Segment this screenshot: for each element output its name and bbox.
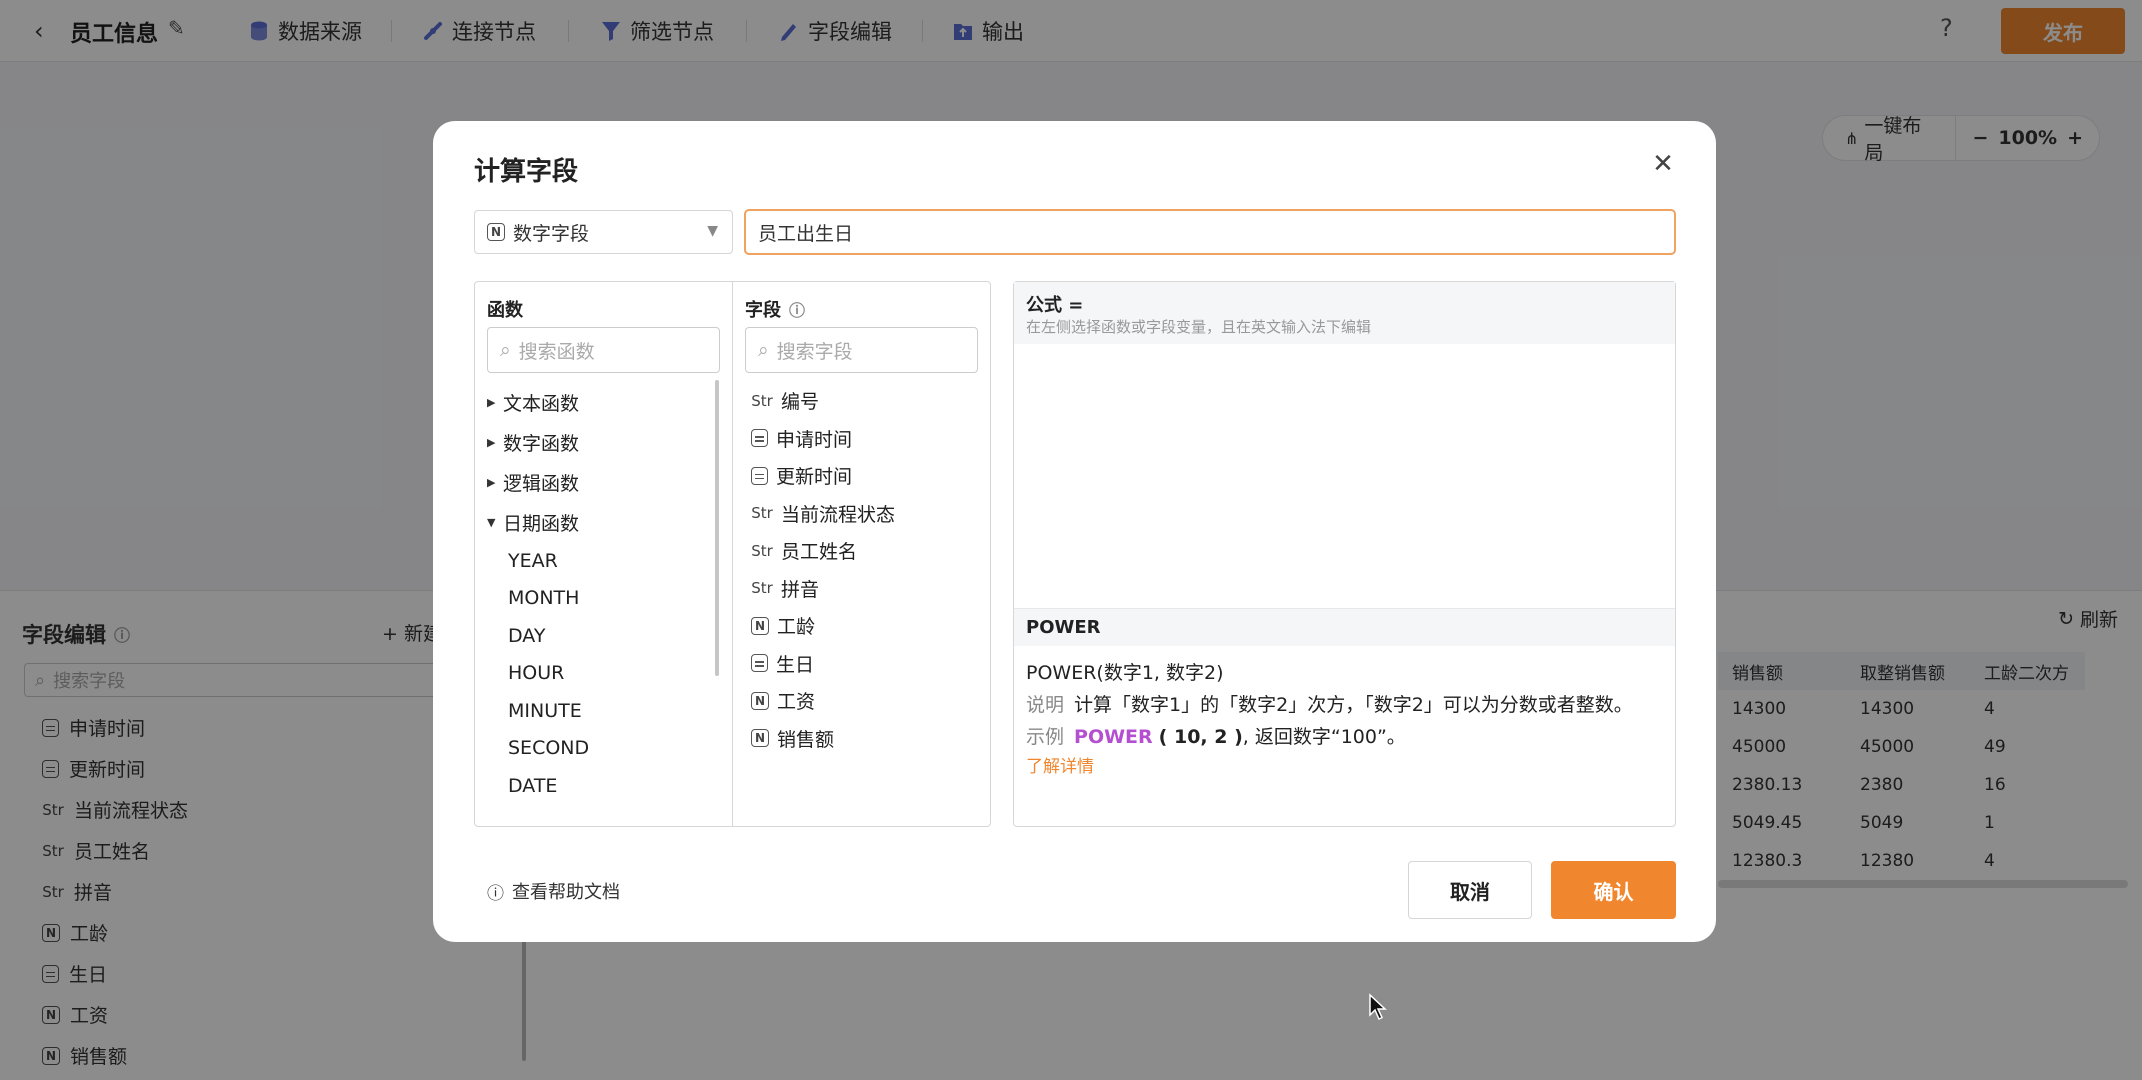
caret-right-icon: ▶ [487, 475, 496, 489]
field-item-label: 当前流程状态 [781, 503, 896, 526]
function-item[interactable]: DATE [487, 767, 712, 805]
string-type-icon: Str [751, 579, 773, 598]
number-type-icon: N [487, 223, 505, 241]
field-item-label: 编号 [781, 391, 820, 414]
help-doc-link[interactable]: ⓘ 查看帮助文档 [487, 878, 620, 904]
date-type-icon [751, 429, 768, 448]
field-list: Str 编号 申请时间 更新时间 Str 当前流程状态 Str 员工姓名 Str 拼音 N 工龄 生日 N… [751, 382, 895, 757]
function-group-label: 日期函数 [503, 512, 580, 535]
chevron-down-icon: ▼ [707, 223, 718, 239]
function-item[interactable]: DAY [487, 617, 712, 655]
string-type-icon: Str [751, 391, 773, 410]
functions-title: 函数 [487, 300, 523, 321]
field-item[interactable]: Str 员工姓名 [751, 532, 895, 570]
formula-header: 公式 = 在左侧选择函数或字段变量，且在英文输入法下编辑 [1014, 282, 1675, 344]
function-item[interactable]: HOUR [487, 655, 712, 693]
function-group[interactable]: ▼ 日期函数 [487, 502, 712, 542]
field-item-label: 申请时间 [776, 428, 853, 451]
function-doc-header: POWER [1014, 608, 1675, 646]
field-item-label: 工资 [777, 691, 816, 714]
function-list: ▶ 文本函数 ▶ 数字函数 ▶ 逻辑函数 ▼ 日期函数 YEAR MONTH DAY HOUR MINU… [487, 382, 712, 812]
function-group-label: 逻辑函数 [503, 472, 580, 495]
caret-right-icon: ▶ [487, 435, 496, 449]
number-type-icon: N [751, 691, 769, 710]
fields-title: 字段 ⓘ [745, 296, 805, 322]
date-type-icon [751, 654, 768, 673]
function-group-label: 数字函数 [503, 432, 580, 455]
string-type-icon: Str [751, 504, 773, 523]
search-placeholder: 搜索函数 [518, 340, 595, 363]
formula-hint: 在左侧选择函数或字段变量，且在英文输入法下编辑 [1026, 318, 1372, 336]
date-type-icon [751, 466, 768, 485]
field-item[interactable]: 申请时间 [751, 420, 895, 458]
help-circle-icon[interactable]: ⓘ [789, 297, 805, 321]
field-item-label: 工龄 [777, 616, 816, 639]
function-description: 说明 计算「数字1」的「数字2」次方，「数字2」可以为分数或者整数。 [1026, 690, 1633, 717]
caret-down-icon: ▼ [487, 515, 496, 529]
number-type-icon: N [751, 729, 769, 748]
example-label: 示例 [1026, 726, 1065, 748]
function-search-input[interactable]: ⌕ 搜索函数 [487, 327, 720, 373]
mouse-cursor-icon [1369, 993, 1387, 1021]
function-item[interactable]: MINUTE [487, 692, 712, 730]
field-type-select[interactable]: N 数字字段 ▼ [474, 210, 733, 254]
example-result: , 返回数字“100”。 [1242, 726, 1406, 748]
function-signature: POWER(数字1, 数字2) [1026, 662, 1224, 684]
field-item-label: 销售额 [777, 728, 835, 751]
number-type-icon: N [751, 616, 769, 635]
function-example: 示例 POWER( 10, 2 ), 返回数字“100”。 [1026, 722, 1406, 749]
string-type-icon: Str [751, 541, 773, 560]
field-name-input[interactable] [744, 209, 1676, 255]
field-item[interactable]: N 工龄 [751, 607, 895, 645]
formula-label: 公式 = [1026, 295, 1084, 316]
functions-pane: 函数 ⌕ 搜索函数 ▶ 文本函数 ▶ 数字函数 ▶ 逻辑函数 ▼ 日期函数 YEAR MONTH D… [474, 281, 733, 827]
desc-text: 计算「数字1」的「数字2」次方，「数字2」可以为分数或者整数。 [1074, 694, 1633, 716]
function-name: POWER [1026, 617, 1101, 638]
field-item-label: 拼音 [781, 578, 820, 601]
field-item-label: 生日 [776, 653, 815, 676]
example-args: ( 10, 2 ) [1158, 726, 1243, 748]
fields-pane: 字段 ⓘ ⌕ 搜索字段 Str 编号 申请时间 更新时间 Str 当前流程状态 Str 员工姓… [732, 281, 991, 827]
field-item[interactable]: 更新时间 [751, 457, 895, 495]
search-icon: ⌕ [758, 339, 769, 361]
function-group-label: 文本函数 [503, 392, 580, 415]
calc-field-dialog: 计算字段 ✕ N 数字字段 ▼ 函数 ⌕ 搜索函数 ▶ 文本函数 ▶ 数字函数 ▶ 逻辑函… [433, 121, 1716, 942]
field-item[interactable]: Str 编号 [751, 382, 895, 420]
learn-more-link[interactable]: 了解详情 [1026, 752, 1094, 777]
field-item[interactable]: 生日 [751, 645, 895, 683]
desc-label: 说明 [1026, 694, 1065, 716]
formula-editor[interactable]: 公式 = 在左侧选择函数或字段变量，且在英文输入法下编辑 POWER POWER… [1013, 281, 1676, 827]
field-item[interactable]: Str 当前流程状态 [751, 495, 895, 533]
example-keyword: POWER [1074, 726, 1153, 748]
function-group[interactable]: ▶ 文本函数 [487, 382, 712, 422]
dialog-title: 计算字段 [474, 157, 579, 187]
function-item[interactable]: YEAR [487, 542, 712, 580]
field-item-label: 更新时间 [776, 466, 853, 489]
fields-title-text: 字段 [745, 300, 781, 321]
field-item[interactable]: N 销售额 [751, 720, 895, 758]
function-item[interactable]: NOW [487, 805, 712, 813]
function-group[interactable]: ▶ 数字函数 [487, 422, 712, 462]
scrollbar[interactable] [715, 380, 719, 676]
cancel-button[interactable]: 取消 [1408, 861, 1532, 919]
caret-right-icon: ▶ [487, 395, 496, 409]
function-item[interactable]: MONTH [487, 580, 712, 618]
confirm-button[interactable]: 确认 [1551, 861, 1676, 919]
field-search-input[interactable]: ⌕ 搜索字段 [745, 327, 978, 373]
function-group[interactable]: ▶ 逻辑函数 [487, 462, 712, 502]
field-item[interactable]: Str 拼音 [751, 570, 895, 608]
search-icon: ⌕ [500, 339, 511, 361]
field-type-value: 数字字段 [513, 222, 590, 245]
help-circle-icon: ⓘ [487, 883, 504, 904]
function-item[interactable]: SECOND [487, 730, 712, 768]
search-placeholder: 搜索字段 [776, 340, 853, 363]
close-icon[interactable]: ✕ [1650, 151, 1676, 177]
field-item[interactable]: N 工资 [751, 682, 895, 720]
field-item-label: 员工姓名 [781, 541, 858, 564]
help-doc-label: 查看帮助文档 [512, 882, 620, 903]
